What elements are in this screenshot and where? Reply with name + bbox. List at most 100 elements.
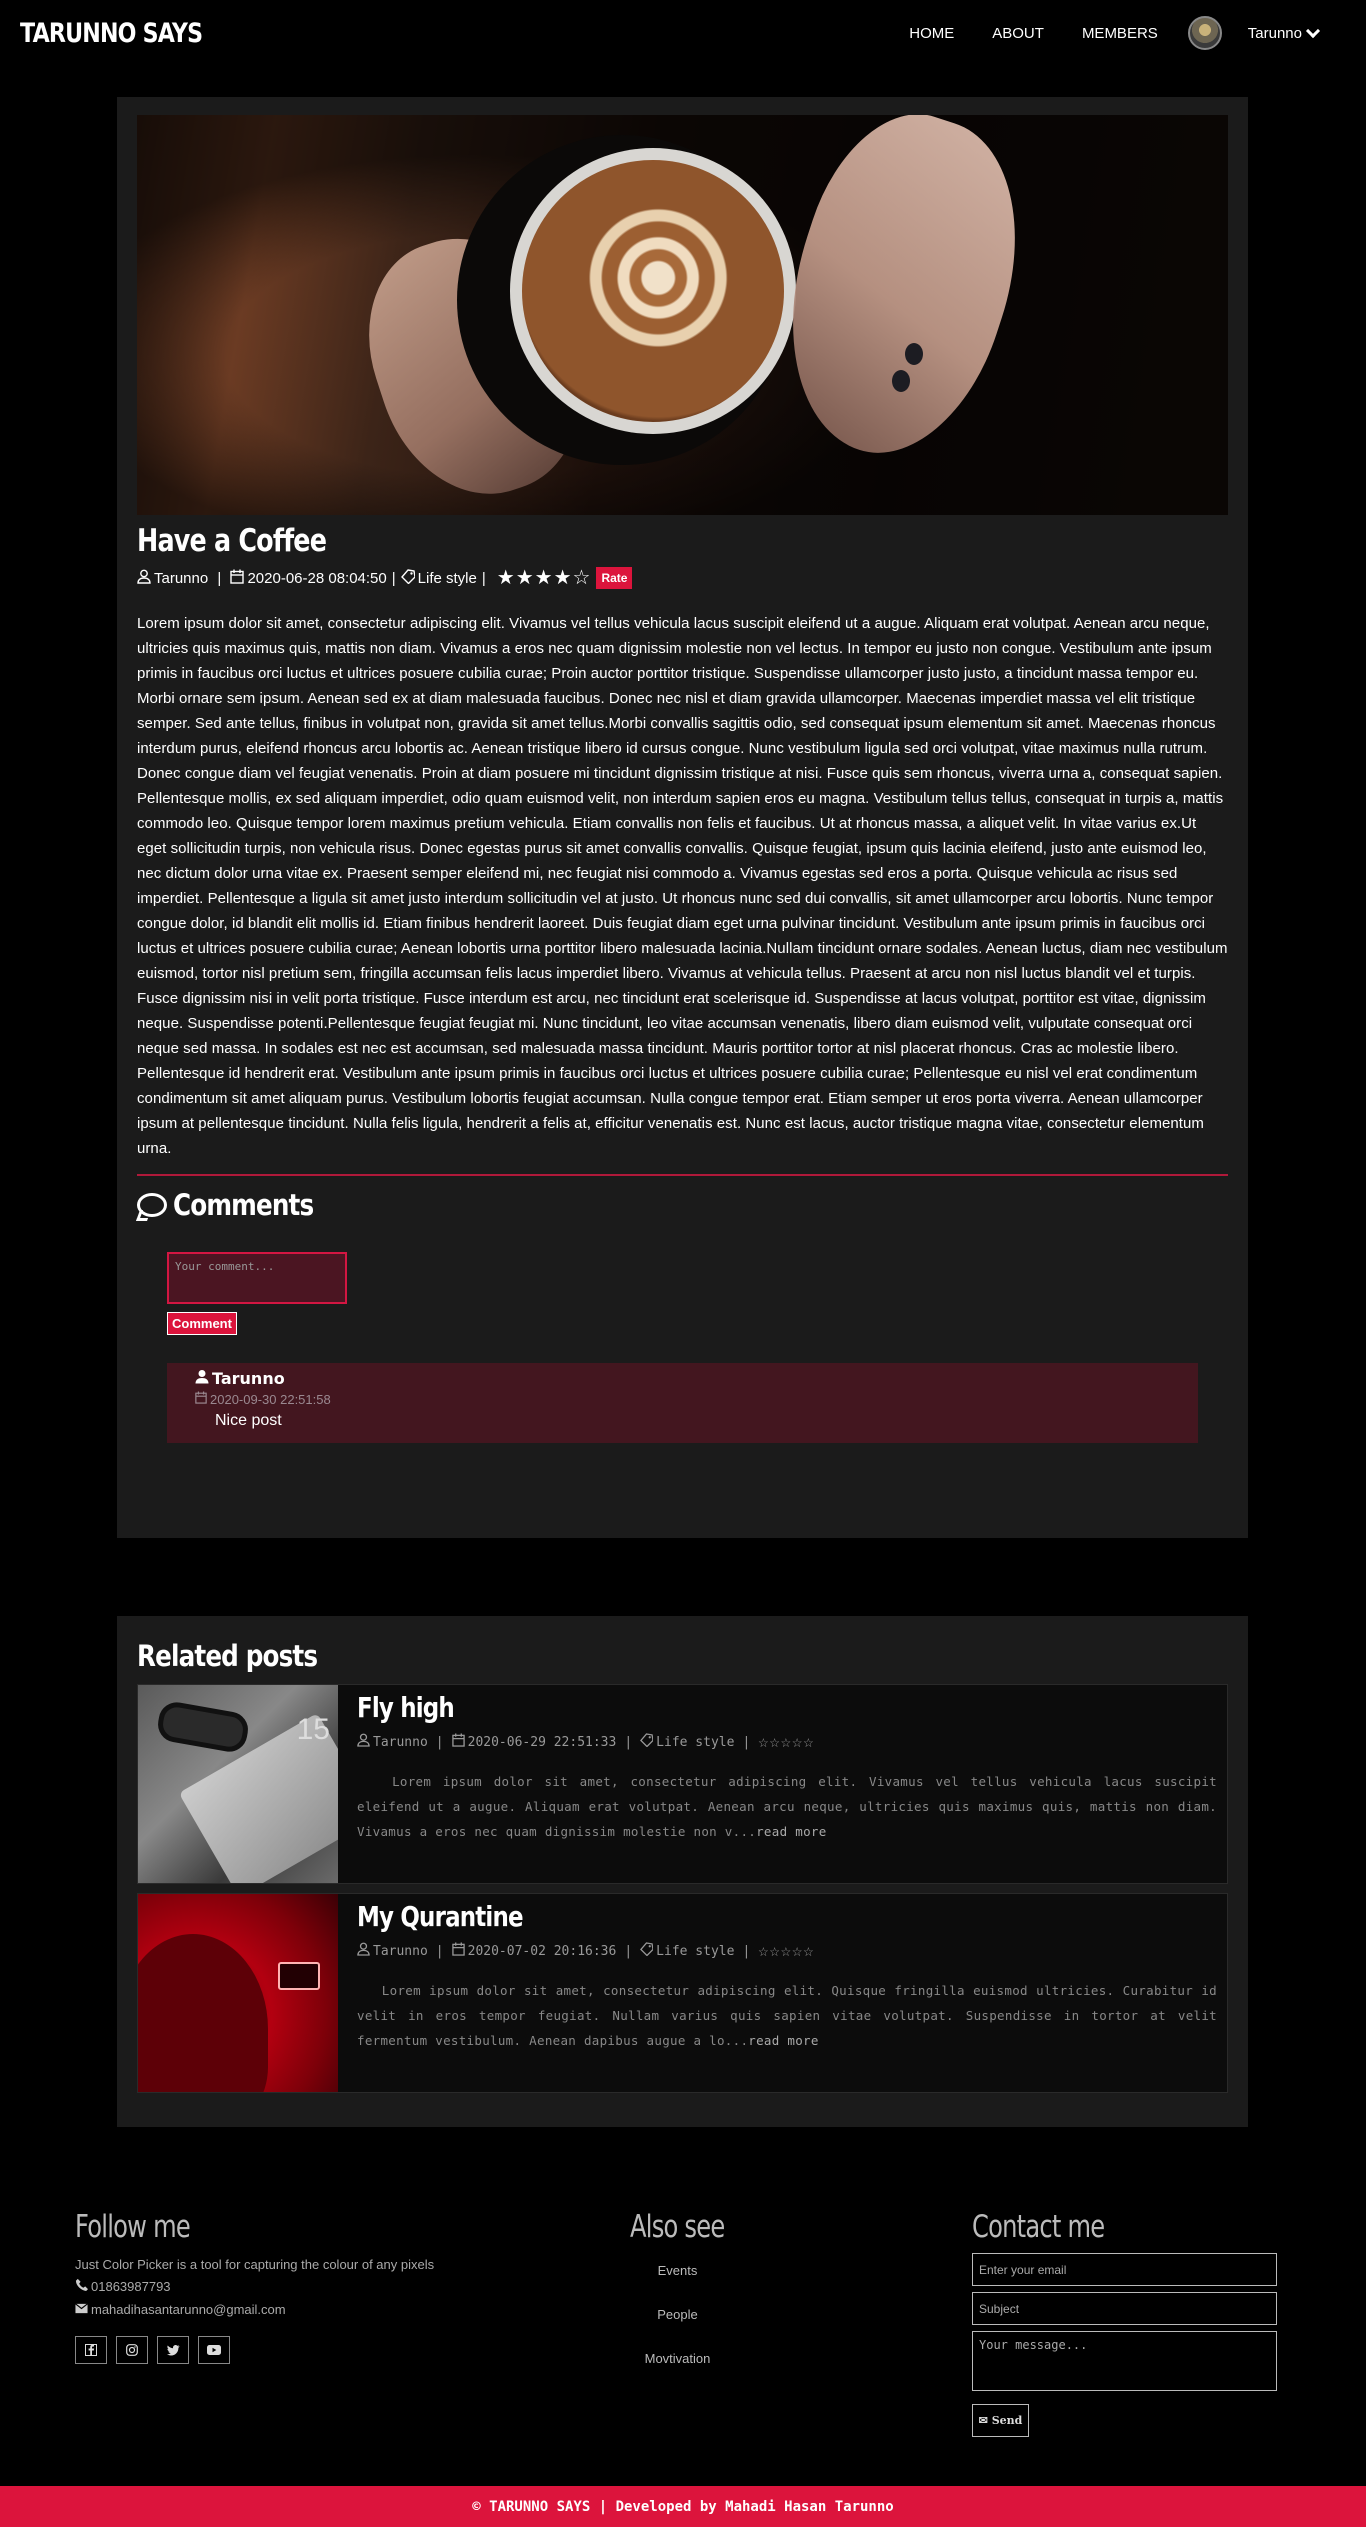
star-empty-icon: ☆ — [769, 1940, 780, 1961]
post-category[interactable]: Life style — [418, 570, 477, 587]
person-shape — [138, 1934, 268, 2092]
user-icon — [357, 1942, 370, 1960]
calendar-icon — [451, 1733, 465, 1751]
meta-separator: | — [624, 1943, 633, 1959]
comment-date: 2020-09-30 22:51:58 — [195, 1391, 1170, 1408]
related-post-thumbnail[interactable]: 15 — [138, 1685, 338, 1883]
post-rating[interactable]: ★ ★ ★ ★ ☆ — [497, 568, 592, 588]
phone-line: 01863987793 — [75, 2278, 434, 2295]
related-post-item[interactable]: My Qurantine Tarunno | 2020-07-02 20:16:… — [137, 1893, 1228, 2093]
coffee-latte-art — [522, 160, 784, 422]
envelope-icon: ✉ — [978, 2414, 988, 2427]
related-post-meta: Tarunno | 2020-06-29 22:51:33 | Life sty… — [357, 1733, 1217, 1751]
comment-submit-button[interactable]: Comment — [167, 1312, 237, 1335]
star-empty-icon: ☆ — [803, 1940, 814, 1961]
twitter-icon[interactable] — [157, 2336, 189, 2364]
youtube-icon[interactable] — [198, 2336, 230, 2364]
nail-shape — [905, 343, 923, 365]
instagram-icon[interactable] — [116, 2336, 148, 2364]
meta-separator: | — [624, 1734, 633, 1750]
contact-message-input[interactable] — [972, 2331, 1277, 2391]
related-post-title[interactable]: Fly high — [357, 1691, 1062, 1724]
tag-icon — [640, 1733, 654, 1751]
copyright-bar: © TARUNNO SAYS | Developed by Mahadi Has… — [0, 2486, 1366, 2527]
tag-icon — [400, 568, 416, 588]
glasses-shape — [155, 1699, 251, 1755]
user-icon — [357, 1733, 370, 1751]
star-filled-icon[interactable]: ★ — [554, 568, 572, 588]
footer-follow: Follow me Just Color Picker is a tool fo… — [75, 2209, 434, 2364]
nav-home[interactable]: HOME — [909, 25, 954, 42]
star-empty-icon: ☆ — [758, 1940, 769, 1961]
tag-icon — [640, 1942, 654, 1960]
comment-bubble-icon — [137, 1193, 167, 1217]
star-filled-icon[interactable]: ★ — [516, 568, 534, 588]
star-filled-icon[interactable]: ★ — [535, 568, 553, 588]
rate-button[interactable]: Rate — [596, 567, 633, 589]
thumbnail-number: 15 — [296, 1713, 330, 1746]
related-post-rating: ☆☆☆☆☆ — [758, 1731, 814, 1752]
footer: Follow me Just Color Picker is a tool fo… — [0, 2209, 1366, 2479]
comment-author: Tarunno — [195, 1369, 1170, 1388]
meta-separator: | — [391, 569, 396, 587]
envelope-icon — [75, 2301, 88, 2318]
read-more-link[interactable]: read more — [748, 2033, 818, 2048]
related-post-body: Fly high Tarunno | 2020-06-29 22:51:33 |… — [338, 1685, 1227, 1883]
comment-item: Tarunno 2020-09-30 22:51:58 Nice post — [167, 1363, 1198, 1443]
related-post-item[interactable]: 15 Fly high Tarunno | 2020-06-29 22:51:3… — [137, 1684, 1228, 1884]
post-author[interactable]: Tarunno — [154, 570, 208, 587]
star-empty-icon: ☆ — [769, 1731, 780, 1752]
contact-subject-input[interactable] — [972, 2292, 1277, 2325]
related-post-rating: ☆☆☆☆☆ — [758, 1940, 814, 1961]
meta-separator: | — [435, 1943, 444, 1959]
post-date: 2020-06-28 08:04:50 — [247, 569, 387, 587]
star-empty-icon: ☆ — [780, 1940, 792, 1961]
footer-link-movtivation[interactable]: Movtivation — [625, 2351, 730, 2366]
post-meta: Tarunno | 2020-06-28 08:04:50 | Life sty… — [137, 567, 1228, 589]
nav-about[interactable]: ABOUT — [992, 25, 1044, 42]
social-links — [75, 2336, 434, 2364]
related-post-author: Tarunno — [373, 1734, 428, 1750]
phone-number[interactable]: 01863987793 — [91, 2279, 171, 2294]
user-menu[interactable]: Tarunno — [1248, 23, 1321, 42]
star-empty-icon[interactable]: ☆ — [573, 568, 591, 588]
email-address[interactable]: mahadihasantarunno@gmail.com — [91, 2302, 286, 2317]
nav-members[interactable]: MEMBERS — [1082, 25, 1158, 42]
user-icon — [137, 569, 151, 588]
related-post-date: 2020-07-02 20:16:36 — [467, 1943, 617, 1959]
user-avatar[interactable] — [1187, 16, 1222, 50]
calendar-icon — [195, 1391, 207, 1408]
meta-separator: | — [481, 569, 486, 587]
related-post-category: Life style — [656, 1943, 735, 1959]
comment-input[interactable] — [167, 1252, 347, 1304]
divider — [137, 1174, 1228, 1176]
send-button[interactable]: ✉ Send — [972, 2404, 1029, 2437]
footer-link-people[interactable]: People — [625, 2307, 730, 2322]
footer-link-events[interactable]: Events — [625, 2263, 730, 2278]
user-solid-icon — [195, 1369, 209, 1388]
related-post-author: Tarunno — [373, 1943, 428, 1959]
contact-email-input[interactable] — [972, 2253, 1277, 2286]
comment-date-text: 2020-09-30 22:51:58 — [210, 1392, 331, 1407]
star-empty-icon: ☆ — [792, 1731, 803, 1752]
brand-logo[interactable]: TARUNNO SAYS — [20, 18, 203, 49]
facebook-icon[interactable] — [75, 2336, 107, 2364]
post-title: Have a Coffee — [137, 523, 327, 559]
nail-shape — [892, 370, 910, 392]
phone-shape — [278, 1962, 320, 1990]
read-more-link[interactable]: read more — [756, 1824, 826, 1839]
contact-title: Contact me — [972, 2209, 1105, 2245]
comment-author-name: Tarunno — [212, 1369, 285, 1388]
related-post-thumbnail[interactable] — [138, 1894, 338, 2092]
related-post-category: Life style — [656, 1734, 735, 1750]
nav-links: HOME ABOUT MEMBERS Tarunno — [871, 0, 1321, 66]
hand-shape — [749, 115, 1055, 480]
star-empty-icon: ☆ — [792, 1940, 803, 1961]
related-post-body: My Qurantine Tarunno | 2020-07-02 20:16:… — [338, 1894, 1227, 2092]
phone-icon — [75, 2278, 88, 2295]
meta-separator: | — [742, 1943, 751, 1959]
related-post-title[interactable]: My Qurantine — [357, 1900, 1062, 1933]
star-empty-icon: ☆ — [758, 1731, 769, 1752]
follow-description: Just Color Picker is a tool for capturin… — [75, 2257, 435, 2272]
star-filled-icon[interactable]: ★ — [497, 568, 515, 588]
